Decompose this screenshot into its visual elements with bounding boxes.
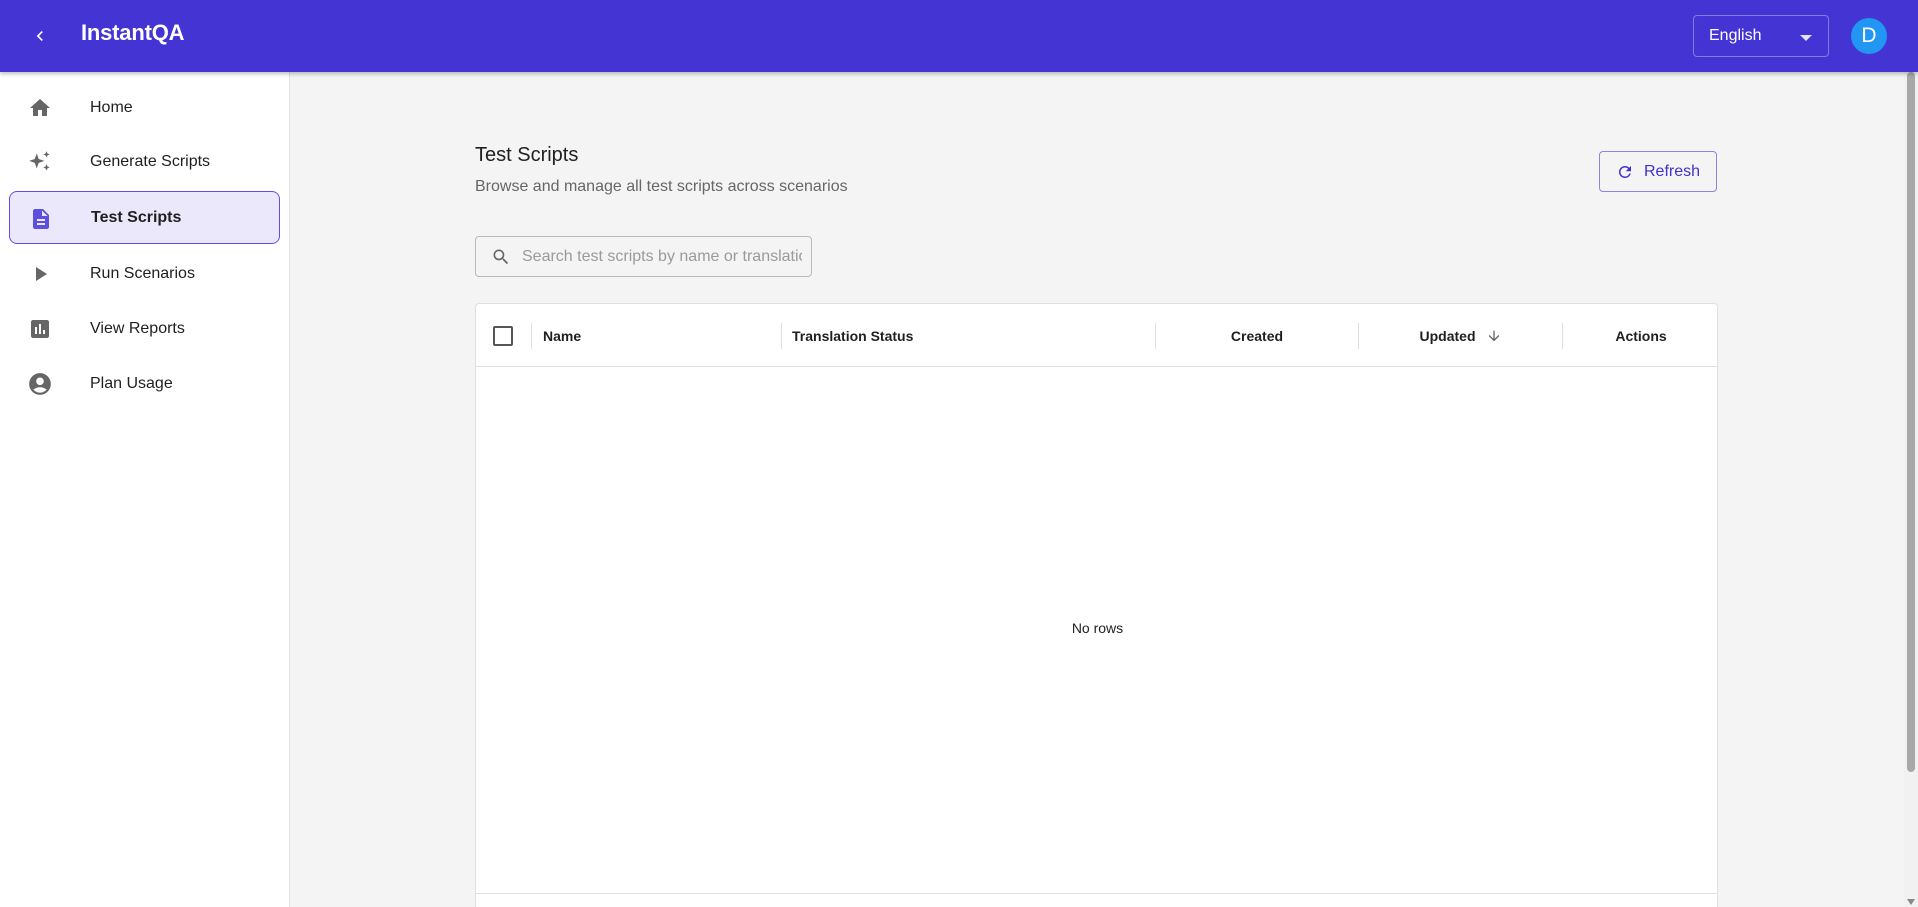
search-icon [491, 247, 511, 267]
refresh-button[interactable]: Refresh [1599, 151, 1717, 192]
column-header-created[interactable]: Created [1156, 304, 1358, 367]
table-footer-divider [476, 893, 1717, 894]
column-header-actions: Actions [1615, 327, 1667, 344]
refresh-button-label: Refresh [1644, 163, 1701, 180]
account-circle-icon [27, 371, 53, 397]
test-scripts-table: Name Translation Status Created Updated … [475, 303, 1718, 907]
sidebar-item-label: Plan Usage [90, 374, 173, 392]
page-subtitle: Browse and manage all test scripts acros… [475, 178, 848, 195]
scroll-down-arrow-icon[interactable] [1907, 899, 1915, 905]
sidebar-item-test-scripts[interactable]: Test Scripts [9, 191, 280, 244]
caret-down-icon [1800, 35, 1812, 41]
arrow-down-icon [1488, 330, 1499, 341]
document-icon [28, 206, 54, 232]
sparkle-icon [27, 149, 53, 175]
sidebar-item-view-reports[interactable]: View Reports [9, 302, 280, 355]
column-header-translation-status[interactable]: Translation Status [792, 304, 1152, 367]
sidebar-item-label: Run Scenarios [90, 264, 195, 282]
column-header-updated-label: Updated [1419, 327, 1476, 344]
select-all-checkbox[interactable] [493, 326, 513, 346]
sidebar-item-label: Generate Scripts [90, 152, 211, 170]
language-select-value: English [1709, 27, 1762, 44]
user-avatar[interactable]: D [1851, 18, 1887, 54]
chevron-left-icon [36, 31, 43, 41]
play-icon [27, 261, 53, 287]
table-header: Name Translation Status Created Updated … [476, 304, 1717, 367]
sidebar-item-label: Home [90, 98, 133, 116]
search-input[interactable] [522, 237, 802, 276]
sidebar-item-plan-usage[interactable]: Plan Usage [9, 357, 280, 410]
search-box [475, 236, 812, 277]
top-app-bar: InstantQA English D [0, 0, 1918, 72]
column-header-updated[interactable]: Updated [1359, 304, 1562, 367]
column-separator [531, 323, 532, 349]
language-select[interactable]: English [1693, 15, 1829, 57]
column-separator [781, 323, 782, 349]
page-scrollbar[interactable] [1904, 72, 1918, 907]
collapse-sidebar-button[interactable] [26, 22, 54, 50]
bar-chart-icon [27, 316, 53, 342]
page-title: Test Scripts [475, 144, 579, 166]
scrollbar-thumb[interactable] [1907, 72, 1915, 772]
sidebar-item-home[interactable]: Home [9, 81, 280, 134]
empty-state-text: No rows [1071, 620, 1124, 636]
app-title: InstantQA [81, 20, 185, 45]
column-header-name[interactable]: Name [543, 304, 783, 367]
refresh-icon [1616, 163, 1634, 181]
sidebar-item-label: View Reports [90, 319, 185, 337]
sidebar-item-run-scenarios[interactable]: Run Scenarios [9, 247, 280, 300]
home-icon [27, 95, 53, 121]
sidebar: Home Generate Scripts Test Scripts Run S… [0, 72, 290, 907]
sidebar-item-label: Test Scripts [91, 208, 182, 226]
sidebar-item-generate-scripts[interactable]: Generate Scripts [9, 135, 280, 188]
